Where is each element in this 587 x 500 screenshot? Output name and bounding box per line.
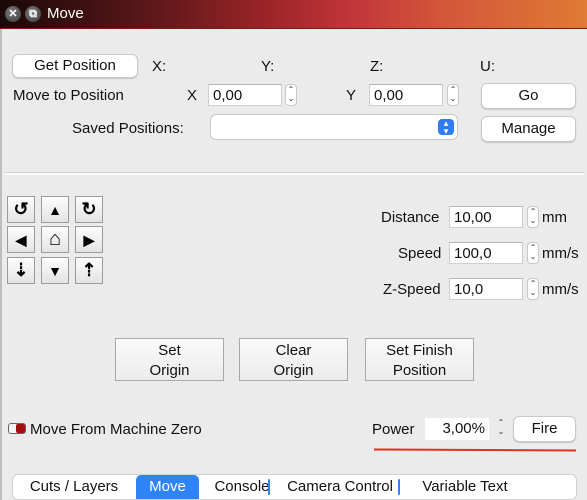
rotate-ccw-button[interactable]: ↺ [7,196,35,223]
zspeed-input[interactable]: 10,0 [449,278,523,300]
zspeed-label: Z-Speed [383,281,441,298]
arrow-left-icon: ◀ [15,232,27,248]
move-x-input[interactable]: 0,00 [208,84,282,106]
tab-separator [398,479,400,495]
window-frame [0,29,2,500]
arrow-down-icon: ▼ [48,263,62,279]
go-button[interactable]: Go [481,83,576,109]
z-readout-label: Z: [370,58,384,75]
tab-move[interactable]: Move [136,475,199,499]
speed-input[interactable]: 100,0 [449,242,523,264]
set-origin-line2: Origin [149,362,190,379]
window-title: Move [47,5,84,22]
move-y-label: Y [346,87,357,104]
chevron-updown-icon: ▴ ▾ [438,119,454,136]
move-from-machine-zero-label: Move From Machine Zero [30,421,202,438]
arrow-right-icon: ▶ [83,232,95,248]
clear-origin-line2: Origin [273,362,314,379]
rotate-cw-button[interactable]: ↻ [75,196,103,223]
jog-down-button[interactable]: ▼ [41,257,69,284]
set-finish-position-button[interactable]: Set Finish Position [365,338,474,381]
distance-input[interactable]: 10,00 [449,206,523,228]
zspeed-stepper[interactable]: ⌃ ⌄ [527,278,539,300]
rotate-ccw-icon: ↺ [13,199,29,219]
y-readout-label: Y: [261,58,275,75]
rotate-cw-icon: ↻ [81,199,97,219]
zspeed-unit: mm/s [542,281,579,298]
move-x-label: X [187,87,198,104]
fire-button[interactable]: Fire [513,416,576,442]
title-bar: ✕ ⧉ Move [0,0,587,29]
arrow-up-icon: ▲ [48,202,62,218]
set-origin-line1: Set [158,342,181,359]
tab-separator [268,479,270,495]
clear-origin-button[interactable]: Clear Origin [239,338,348,381]
distance-unit: mm [542,209,567,226]
power-input[interactable]: 3,00% [425,418,489,440]
z-down-button[interactable]: ⇣ [7,257,35,284]
z-up-button[interactable]: ⇡ [75,257,103,284]
move-from-machine-zero-toggle[interactable] [8,423,26,434]
z-down-icon: ⇣ [13,260,29,280]
move-y-stepper[interactable]: ⌃ ⌄ [447,84,459,106]
x-readout-label: X: [152,58,167,75]
distance-label: Distance [381,209,440,226]
close-icon[interactable]: ✕ [5,6,21,22]
tab-cuts-layers[interactable]: Cuts / Layers [15,475,133,499]
speed-unit: mm/s [542,245,579,262]
tab-bar: Cuts / Layers Move Console Camera Contro… [12,474,577,500]
set-finish-line1: Set Finish [386,342,453,359]
manage-button[interactable]: Manage [481,116,576,142]
speed-stepper[interactable]: ⌃ ⌄ [527,242,539,264]
move-x-stepper[interactable]: ⌃ ⌄ [285,84,297,106]
clear-origin-line1: Clear [275,342,312,359]
jog-right-button[interactable]: ▶ [75,226,103,253]
set-finish-line2: Position [392,362,447,379]
get-position-button[interactable]: Get Position [12,54,138,78]
move-y-input[interactable]: 0,00 [369,84,443,106]
power-stepper[interactable]: ⌃ ⌄ [495,418,507,440]
set-origin-button[interactable]: Set Origin [115,338,224,381]
distance-stepper[interactable]: ⌃ ⌄ [527,206,539,228]
saved-positions-select[interactable]: ▴ ▾ [210,114,458,140]
jog-left-button[interactable]: ◀ [7,226,35,253]
annotation-underline [373,448,577,452]
speed-label: Speed [398,245,442,262]
tab-variable-text[interactable]: Variable Text [405,475,525,499]
toggle-knob [16,424,25,433]
u-readout-label: U: [480,58,495,75]
restore-icon[interactable]: ⧉ [25,6,41,22]
home-button[interactable]: ⌂ [41,226,69,253]
jog-up-button[interactable]: ▲ [41,196,69,223]
section-divider [4,172,584,175]
move-to-position-label: Move to Position [13,87,124,104]
tab-camera-control[interactable]: Camera Control [275,475,405,499]
power-label: Power [372,421,415,438]
home-icon: ⌂ [48,228,62,250]
saved-positions-label: Saved Positions: [72,120,184,137]
z-up-icon: ⇡ [81,260,97,280]
